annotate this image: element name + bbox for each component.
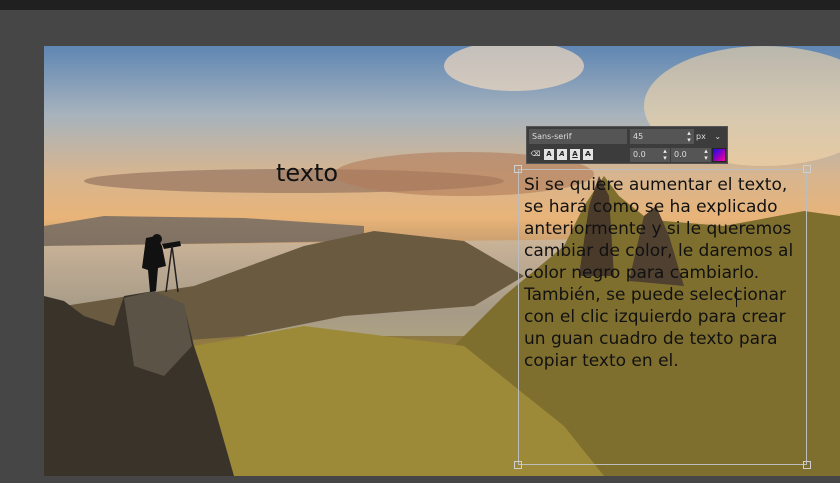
font-size-spinner-icon[interactable]: ▴ ▾ — [685, 130, 693, 144]
text-box-content[interactable]: Si se quiere aumentar el texto, se hará … — [524, 174, 808, 372]
window-top-bar — [0, 0, 840, 10]
unit-select[interactable]: px ⌄ — [696, 129, 724, 144]
baseline-offset-field[interactable]: 0.0 ▴ ▾ — [630, 148, 670, 162]
italic-button[interactable]: A — [557, 149, 567, 160]
font-size-value: 45 — [633, 132, 644, 141]
kerning-field[interactable]: 0.0 ▴ ▾ — [671, 148, 711, 162]
text-style-toolbar: Sans-serif 45 ▴ ▾ px ⌄ ⌫ A A A A 0.0 ▴ ▾ 0… — [526, 126, 728, 164]
text-color-swatch[interactable] — [712, 148, 726, 162]
baseline-offset-value: 0.0 — [633, 150, 646, 159]
clear-style-icon[interactable]: ⌫ — [530, 149, 541, 160]
floating-text-layer[interactable]: texto — [276, 158, 338, 188]
unit-value: px — [696, 132, 706, 141]
underline-button[interactable]: A — [570, 149, 580, 160]
kerning-value: 0.0 — [674, 150, 687, 159]
bold-button[interactable]: A — [544, 149, 554, 160]
font-size-field[interactable]: 45 ▴ ▾ — [630, 129, 694, 144]
strikethrough-button[interactable]: A — [583, 149, 593, 160]
text-caret — [736, 287, 737, 307]
baseline-spinner-icon[interactable]: ▴ ▾ — [661, 148, 669, 162]
text-box-handle-bottom-left[interactable] — [514, 461, 522, 469]
font-family-field[interactable]: Sans-serif — [529, 129, 627, 144]
text-box-handle-top-left[interactable] — [514, 165, 522, 173]
text-box-handle-bottom-right[interactable] — [803, 461, 811, 469]
chevron-down-icon: ⌄ — [714, 132, 722, 141]
text-box-handle-top-right[interactable] — [803, 165, 811, 173]
kerning-spinner-icon[interactable]: ▴ ▾ — [702, 148, 710, 162]
